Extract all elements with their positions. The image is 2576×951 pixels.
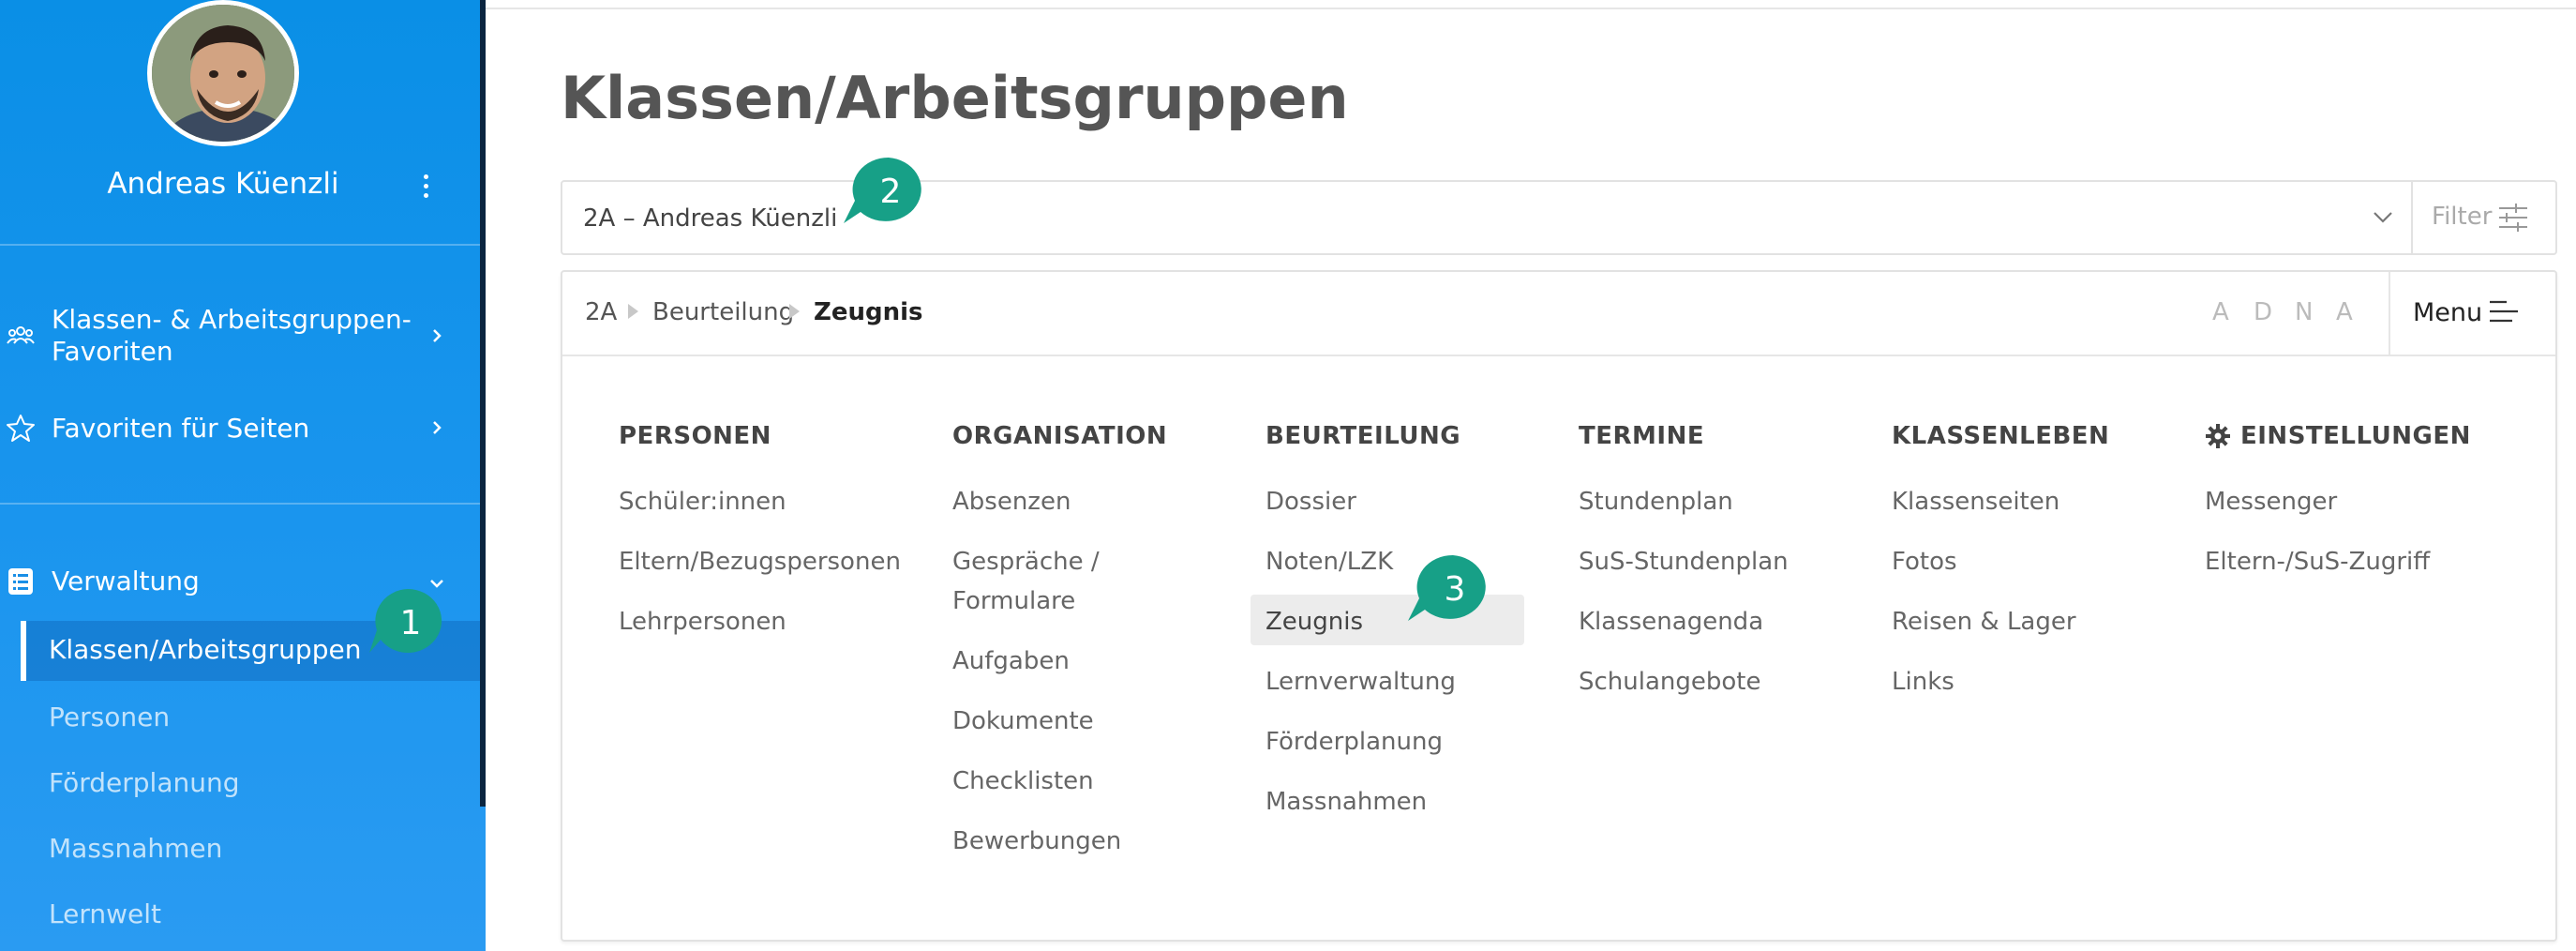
sidebar-subitem-foerderplanung[interactable]: Förderplanung — [49, 767, 240, 798]
menu-link[interactable]: Lehrpersonen — [619, 608, 786, 636]
marker-label: 2 — [880, 173, 902, 211]
sidebar-item-label: Favoriten — [52, 336, 173, 367]
sidebar-subitem-klassen[interactable]: Klassen/Arbeitsgruppen — [49, 634, 361, 665]
sidebar-edge — [480, 0, 486, 807]
user-name: Andreas Küenzli — [107, 167, 339, 201]
page-title: Klassen/Arbeitsgruppen — [561, 64, 1349, 132]
more-options-icon[interactable] — [420, 174, 431, 204]
menu-link[interactable]: Fotos — [1892, 548, 1957, 576]
sidebar-subitem-personen[interactable]: Personen — [49, 702, 170, 732]
menu-divider — [2389, 272, 2390, 355]
panel-divider — [562, 355, 2555, 356]
step-marker-3: 3 — [1406, 553, 1492, 628]
navigation-panel — [561, 270, 2557, 942]
breadcrumb-beurteilung[interactable]: Beurteilung — [652, 298, 794, 326]
menu-link[interactable]: Klassenseiten — [1892, 488, 2059, 516]
top-bar — [486, 0, 2576, 9]
menu-link-selected[interactable]: Zeugnis — [1266, 608, 1363, 636]
sidebar-subitem-massnahmen[interactable]: Massnahmen — [49, 833, 222, 864]
column-heading-beurteilung: BEURTEILUNG — [1266, 422, 1461, 450]
menu-link[interactable]: Eltern/Bezugspersonen — [619, 548, 901, 576]
menu-link[interactable]: Gespräche / — [952, 548, 1100, 576]
breadcrumb-separator-icon — [628, 304, 638, 319]
column-heading-klassenleben: KLASSENLEBEN — [1892, 422, 2110, 450]
menu-link[interactable]: Reisen & Lager — [1892, 608, 2076, 636]
filter-divider — [2411, 182, 2413, 253]
sidebar-divider — [0, 244, 480, 246]
menu-link[interactable]: Noten/LZK — [1266, 548, 1393, 576]
filter-button[interactable]: Filter — [2432, 203, 2492, 231]
menu-lines-icon[interactable] — [2488, 298, 2520, 326]
breadcrumb-class[interactable]: 2A — [585, 298, 617, 326]
adna-letter[interactable]: D — [2254, 298, 2272, 326]
active-item-indicator — [21, 621, 26, 681]
breadcrumb-current: Zeugnis — [814, 298, 923, 326]
menu-link[interactable]: Schüler:innen — [619, 488, 786, 516]
column-heading-personen: PERSONEN — [619, 422, 771, 450]
sidebar-item-label: Verwaltung — [52, 566, 200, 596]
marker-label: 3 — [1445, 570, 1466, 609]
menu-link[interactable]: Massnahmen — [1266, 788, 1427, 816]
sidebar-divider — [0, 503, 480, 505]
chevron-down-icon[interactable] — [2372, 208, 2394, 227]
menu-link[interactable]: SuS-Stundenplan — [1579, 548, 1789, 576]
column-heading-organisation: ORGANISATION — [952, 422, 1168, 450]
menu-link[interactable]: Links — [1892, 668, 1954, 696]
sidebar-item-label: Favoriten für Seiten — [52, 413, 310, 444]
breadcrumb-separator-icon — [789, 304, 800, 319]
users-icon — [7, 326, 35, 344]
user-avatar[interactable] — [147, 0, 299, 146]
sidebar-item-label: Klassen- & Arbeitsgruppen- — [52, 304, 412, 335]
chevron-right-icon — [433, 329, 442, 342]
menu-link[interactable]: Schulangebote — [1579, 668, 1761, 696]
menu-link[interactable]: Dossier — [1266, 488, 1356, 516]
class-select-value: 2A – Andreas Küenzli — [583, 204, 838, 233]
gear-icon — [2206, 424, 2230, 448]
menu-link[interactable]: Aufgaben — [952, 647, 1070, 675]
sidebar-subitem-lernwelt[interactable]: Lernwelt — [49, 898, 161, 929]
menu-link[interactable]: Eltern-/SuS-Zugriff — [2205, 548, 2430, 576]
menu-link[interactable]: Lernverwaltung — [1266, 668, 1456, 696]
menu-link[interactable]: Messenger — [2205, 488, 2337, 516]
star-icon — [7, 415, 35, 442]
chevron-right-icon — [433, 421, 442, 434]
column-heading-termine: TERMINE — [1579, 422, 1705, 450]
adna-letter[interactable]: A — [2212, 298, 2229, 326]
menu-link[interactable]: Bewerbungen — [952, 827, 1121, 855]
menu-link[interactable]: Absenzen — [952, 488, 1071, 516]
menu-link[interactable]: Förderplanung — [1266, 728, 1443, 756]
column-heading-einstellungen: EINSTELLUNGEN — [2240, 422, 2471, 450]
adna-letter[interactable]: A — [2336, 298, 2353, 326]
step-marker-2: 2 — [842, 156, 928, 231]
menu-link[interactable]: Formulare — [952, 587, 1075, 615]
menu-link[interactable]: Checklisten — [952, 767, 1094, 795]
menu-link[interactable]: Dokumente — [952, 707, 1094, 735]
step-marker-1: 1 — [367, 585, 448, 660]
list-icon — [8, 568, 33, 595]
menu-link[interactable]: Stundenplan — [1579, 488, 1733, 516]
menu-link[interactable]: Klassenagenda — [1579, 608, 1763, 636]
menu-button[interactable]: Menu — [2413, 298, 2482, 327]
filter-sliders-icon[interactable] — [2497, 203, 2529, 233]
marker-label: 1 — [400, 604, 422, 642]
adna-letter[interactable]: N — [2295, 298, 2313, 326]
sidebar: Andreas Küenzli Klassen- & Arbeitsgruppe… — [0, 0, 486, 951]
